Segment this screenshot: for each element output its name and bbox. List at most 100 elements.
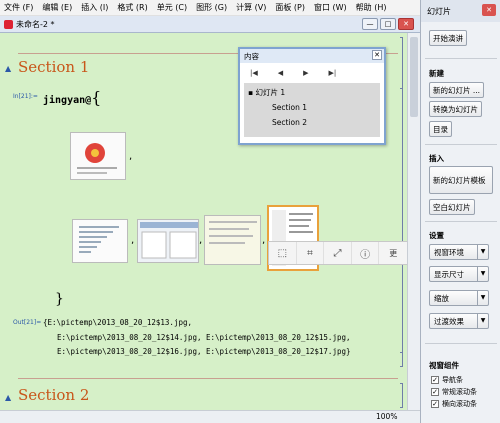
contents-item-section-2[interactable]: Section 2 (248, 115, 376, 130)
horizontal-scrollbar-checkbox[interactable]: ✓ 横向滚动条 (431, 399, 477, 409)
convert-to-slide-button[interactable]: 转换为幻灯片 (429, 101, 482, 117)
table-of-contents-button[interactable]: 目录 (429, 121, 452, 137)
notebook-scrollbar[interactable] (407, 33, 420, 410)
contents-item-slide-1[interactable]: ▪ 幻灯片 1 (248, 85, 376, 100)
list-comma: , (262, 235, 266, 246)
checkbox-label: 横向滚动条 (442, 400, 477, 408)
view-environment-dropdown[interactable]: 视窗环境 ▼ (429, 244, 489, 260)
previous-slide-icon[interactable]: ◀ (278, 69, 283, 77)
blank-slide-button[interactable]: 空白幻灯片 (429, 199, 475, 215)
output-label: Out[21]= (13, 319, 42, 326)
menu-cell[interactable]: 单元 (C) (157, 2, 187, 13)
section-divider (18, 378, 398, 379)
new-template-slide-button[interactable]: 新的幻灯片模板 (429, 166, 493, 194)
minimize-button[interactable]: — (362, 18, 378, 30)
section-2-title[interactable]: Section 2 (18, 386, 89, 404)
close-icon[interactable]: ✕ (372, 50, 382, 60)
contents-title: 内容 (244, 52, 259, 61)
dropdown-arrow-icon: ▼ (477, 267, 488, 281)
menu-file[interactable]: 文件 (F) (4, 2, 33, 13)
settings-heading: 设置 (429, 231, 444, 240)
palette-divider (425, 58, 497, 59)
navigation-bar-checkbox[interactable]: ✓ 导航条 (431, 375, 463, 385)
contents-title-bar[interactable]: 内容 ✕ (240, 49, 384, 63)
slideshow-palette: 幻灯片 ✕ 开始演讲 新建 新的幻灯片 ... 转换为幻灯片 目录 插入 新的幻… (420, 0, 500, 423)
notebook-icon (4, 19, 13, 29)
checkbox-checked-icon: ✓ (431, 388, 439, 396)
last-slide-icon[interactable]: ▶| (329, 69, 337, 77)
palette-title: 幻灯片 (427, 7, 451, 16)
info-icon[interactable]: ⓘ (352, 242, 380, 264)
close-button[interactable]: ✕ (398, 18, 414, 30)
resize-icon[interactable]: ⤢ (324, 242, 352, 264)
transition-label: 过渡效果 (434, 317, 464, 326)
checkbox-label: 常规滚动条 (442, 388, 477, 396)
display-size-dropdown[interactable]: 显示尺寸 ▼ (429, 266, 489, 282)
contents-list: ▪ 幻灯片 1 Section 1 Section 2 (244, 83, 380, 137)
menu-edit[interactable]: 编辑 (E) (42, 2, 72, 13)
contents-navigation: |◀ ◀ ▶ ▶| (240, 63, 384, 83)
list-comma: , (131, 235, 135, 246)
contents-palette: 内容 ✕ |◀ ◀ ▶ ▶| ▪ 幻灯片 1 Section 1 Section… (238, 47, 386, 145)
image-toolbar: ⬚ ⌗ ⤢ ⓘ 更 (268, 241, 408, 265)
menu-bar: 文件 (F) 编辑 (E) 插入 (I) 格式 (R) 单元 (C) 图形 (G… (0, 0, 420, 16)
new-slide-button[interactable]: 新的幻灯片 ... (429, 82, 485, 98)
palette-divider (425, 221, 497, 222)
input-code-text: jingyan@ (43, 95, 92, 106)
image-thumbnail-1[interactable] (70, 132, 126, 180)
document-image-icon (205, 216, 260, 264)
flower-image-icon (71, 133, 125, 179)
dropdown-arrow-icon: ▼ (477, 245, 488, 259)
cell-bracket[interactable] (400, 88, 403, 353)
output-line-3: E:\pictemp\2013_08_20_12$16.jpg, E:\pict… (57, 347, 351, 356)
next-slide-icon[interactable]: ▶ (303, 69, 308, 77)
first-slide-icon[interactable]: |◀ (250, 69, 258, 77)
image-thumbnail-3[interactable] (137, 219, 199, 263)
dropdown-arrow-icon: ▼ (477, 314, 488, 328)
section-toggle-icon[interactable]: ▲ (5, 64, 11, 73)
insert-heading: 插入 (429, 154, 444, 163)
zoom-dropdown[interactable]: 缩放 ▼ (429, 290, 489, 306)
dialog-image-icon (138, 220, 198, 262)
checkbox-checked-icon: ✓ (431, 376, 439, 384)
cell-bracket[interactable] (400, 383, 403, 408)
menu-format[interactable]: 格式 (R) (117, 2, 147, 13)
zoom-level[interactable]: 100% (376, 412, 397, 421)
close-brace: } (55, 291, 64, 307)
zoom-label: 缩放 (434, 294, 449, 303)
output-line-2: E:\pictemp\2013_08_20_12$14.jpg, E:\pict… (57, 333, 351, 342)
menu-evaluation[interactable]: 计算 (V) (236, 2, 266, 13)
start-presentation-button[interactable]: 开始演讲 (429, 30, 467, 46)
dropdown-arrow-icon: ▼ (477, 291, 488, 305)
normal-scrollbar-checkbox[interactable]: ✓ 常规滚动条 (431, 387, 477, 397)
menu-insert[interactable]: 插入 (I) (81, 2, 108, 13)
section-toggle-icon[interactable]: ▲ (5, 393, 11, 402)
palette-title-bar[interactable]: 幻灯片 ✕ (421, 0, 500, 22)
palette-close-icon[interactable]: ✕ (482, 4, 496, 16)
checkbox-checked-icon: ✓ (431, 400, 439, 408)
more-button[interactable]: 更 (379, 242, 407, 264)
select-icon[interactable]: ⬚ (269, 242, 297, 264)
restore-button[interactable]: □ (380, 18, 396, 30)
palette-divider (425, 144, 497, 145)
document-tab-bar: 未命名-2 * — □ ✕ (0, 16, 420, 33)
open-brace: { (91, 88, 102, 107)
image-thumbnail-4[interactable] (204, 215, 261, 265)
image-thumbnail-2[interactable] (72, 219, 128, 263)
contents-item-section-1[interactable]: Section 1 (248, 100, 376, 115)
menu-window[interactable]: 窗口 (W) (314, 2, 347, 13)
view-environment-label: 视窗环境 (434, 248, 464, 257)
input-label: In[21]:= (13, 93, 38, 100)
menu-help[interactable]: 帮助 (H) (356, 2, 387, 13)
scrollbar-thumb[interactable] (410, 37, 418, 117)
window-controls: — □ ✕ (362, 18, 414, 30)
window-components-heading: 视窗组件 (429, 361, 459, 370)
input-cell[interactable]: jingyan@{ (43, 88, 101, 107)
menu-graphics[interactable]: 图形 (G) (196, 2, 227, 13)
section-1-title[interactable]: Section 1 (18, 58, 89, 76)
menu-palettes[interactable]: 面板 (P) (275, 2, 305, 13)
crop-icon[interactable]: ⌗ (297, 242, 325, 264)
palette-divider (425, 343, 497, 344)
status-bar: 100% (0, 410, 420, 423)
transition-dropdown[interactable]: 过渡效果 ▼ (429, 313, 489, 329)
